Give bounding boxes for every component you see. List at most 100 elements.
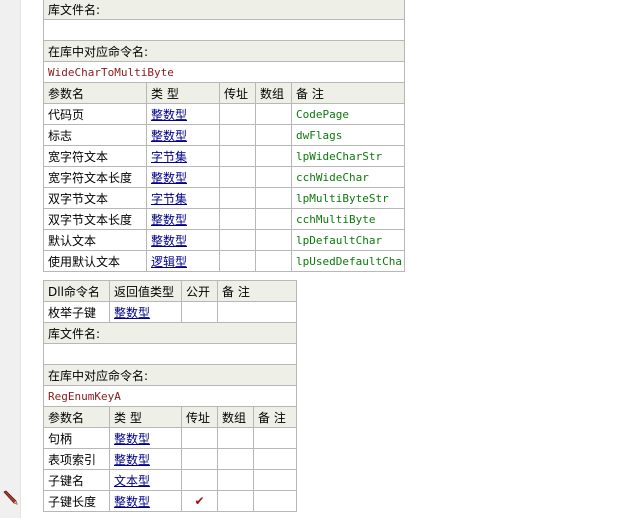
param-byaddr[interactable] — [219, 166, 256, 188]
param-remark[interactable] — [252, 448, 298, 470]
lib-file-value[interactable] — [42, 19, 406, 41]
lib-cmd-label: 在库中对应命令名: — [42, 40, 406, 62]
param-byaddr[interactable] — [219, 187, 256, 209]
param-row[interactable]: 宽字符文本长度 整数型 cchWideChar — [43, 166, 406, 188]
param-type[interactable]: 逻辑型 — [146, 250, 220, 272]
col-return-type: 返回值类型 — [109, 280, 182, 302]
pencil-icon[interactable] — [2, 489, 18, 505]
param-array[interactable] — [217, 448, 254, 470]
dll-return-type[interactable]: 整数型 — [109, 301, 182, 323]
dll-cmd-row[interactable]: 枚举子键 整数型 — [43, 301, 298, 323]
param-remark[interactable]: lpDefaultChar — [290, 229, 406, 251]
col-type: 类 型 — [146, 82, 220, 104]
param-byaddr[interactable] — [181, 448, 218, 470]
dll-remark[interactable] — [216, 301, 298, 323]
param-array[interactable] — [255, 166, 292, 188]
param-type[interactable]: 整数型 — [146, 124, 220, 146]
param-type[interactable]: 整数型 — [109, 427, 182, 449]
dll-command-table-2: Dll命令名 返回值类型 公开 备 注 枚举子键 整数型 库文件名: 在库中对应… — [42, 280, 298, 512]
param-name[interactable]: 代码页 — [43, 103, 147, 125]
param-array[interactable] — [255, 124, 292, 146]
param-remark[interactable]: lpWideCharStr — [290, 145, 406, 167]
param-row[interactable]: 双字节文本 字节集 lpMultiByteStr — [43, 187, 406, 209]
dll-cmd-name[interactable]: 枚举子键 — [43, 301, 110, 323]
param-name[interactable]: 标志 — [43, 124, 147, 146]
param-type[interactable]: 整数型 — [109, 448, 182, 470]
col-type: 类 型 — [109, 406, 182, 428]
param-remark[interactable]: dwFlags — [290, 124, 406, 146]
param-row[interactable]: 子键长度 整数型 ✔ — [43, 490, 298, 512]
lib-cmd-value[interactable]: WideCharToMultiByte — [42, 61, 406, 83]
param-type[interactable]: 整数型 — [146, 166, 220, 188]
param-row[interactable]: 使用默认文本 逻辑型 lpUsedDefaultChar — [43, 250, 406, 272]
param-byaddr[interactable] — [219, 145, 256, 167]
col-array: 数组 — [217, 406, 254, 428]
col-remark: 备 注 — [252, 406, 298, 428]
param-type[interactable]: 整数型 — [146, 229, 220, 251]
checkmark-icon[interactable]: ✔ — [181, 490, 218, 512]
param-array[interactable] — [255, 229, 292, 251]
param-row[interactable]: 标志 整数型 dwFlags — [43, 124, 406, 146]
dll-public[interactable] — [181, 301, 218, 323]
lib-file-value[interactable] — [42, 343, 298, 365]
param-remark[interactable]: lpMultiByteStr — [290, 187, 406, 209]
param-row[interactable]: 默认文本 整数型 lpDefaultChar — [43, 229, 406, 251]
param-array[interactable] — [255, 145, 292, 167]
col-public: 公开 — [181, 280, 218, 302]
param-byaddr[interactable] — [219, 208, 256, 230]
param-type[interactable]: 整数型 — [146, 103, 220, 125]
param-row[interactable]: 子键名 文本型 — [43, 469, 298, 491]
param-type[interactable]: 整数型 — [109, 490, 182, 512]
param-array[interactable] — [255, 250, 292, 272]
col-dll-cmd-name: Dll命令名 — [43, 280, 110, 302]
param-name[interactable]: 默认文本 — [43, 229, 147, 251]
param-remark[interactable] — [252, 490, 298, 512]
param-byaddr[interactable] — [219, 250, 256, 272]
param-type[interactable]: 文本型 — [109, 469, 182, 491]
lib-cmd-label: 在库中对应命令名: — [42, 364, 298, 386]
param-byaddr[interactable] — [219, 103, 256, 125]
col-array: 数组 — [255, 82, 292, 104]
param-array[interactable] — [217, 490, 254, 512]
param-type[interactable]: 整数型 — [146, 208, 220, 230]
param-name[interactable]: 双字节文本长度 — [43, 208, 147, 230]
param-array[interactable] — [255, 103, 292, 125]
param-name[interactable]: 子键名 — [43, 469, 110, 491]
dll-command-table-1: 库文件名: 在库中对应命令名: WideCharToMultiByte 参数名 … — [42, 0, 406, 272]
param-name[interactable]: 子键长度 — [43, 490, 110, 512]
param-remark[interactable] — [252, 427, 298, 449]
param-array[interactable] — [217, 427, 254, 449]
lib-cmd-value[interactable]: RegEnumKeyA — [42, 385, 298, 407]
param-name[interactable]: 宽字符文本长度 — [43, 166, 147, 188]
param-array[interactable] — [255, 208, 292, 230]
param-row[interactable]: 双字节文本长度 整数型 cchMultiByte — [43, 208, 406, 230]
param-name[interactable]: 使用默认文本 — [43, 250, 147, 272]
param-type[interactable]: 字节集 — [146, 187, 220, 209]
col-param-name: 参数名 — [43, 82, 147, 104]
param-name[interactable]: 表项索引 — [43, 448, 110, 470]
param-name[interactable]: 双字节文本 — [43, 187, 147, 209]
param-row[interactable]: 句柄 整数型 — [43, 427, 298, 449]
col-remark: 备 注 — [290, 82, 406, 104]
param-row[interactable]: 宽字符文本 字节集 lpWideCharStr — [43, 145, 406, 167]
col-byaddr: 传址 — [181, 406, 218, 428]
param-name[interactable]: 宽字符文本 — [43, 145, 147, 167]
param-remark[interactable]: CodePage — [290, 103, 406, 125]
param-row[interactable]: 表项索引 整数型 — [43, 448, 298, 470]
param-remark[interactable]: lpUsedDefaultChar — [290, 250, 406, 272]
param-byaddr[interactable] — [181, 427, 218, 449]
param-type[interactable]: 字节集 — [146, 145, 220, 167]
param-byaddr[interactable] — [181, 469, 218, 491]
param-name[interactable]: 句柄 — [43, 427, 110, 449]
col-param-name: 参数名 — [43, 406, 110, 428]
param-array[interactable] — [217, 469, 254, 491]
lib-file-label: 库文件名: — [42, 322, 298, 344]
param-remark[interactable]: cchMultiByte — [290, 208, 406, 230]
param-array[interactable] — [255, 187, 292, 209]
param-remark[interactable] — [252, 469, 298, 491]
col-remark: 备 注 — [216, 280, 298, 302]
param-row[interactable]: 代码页 整数型 CodePage — [43, 103, 406, 125]
param-remark[interactable]: cchWideChar — [290, 166, 406, 188]
param-byaddr[interactable] — [219, 229, 256, 251]
param-byaddr[interactable] — [219, 124, 256, 146]
